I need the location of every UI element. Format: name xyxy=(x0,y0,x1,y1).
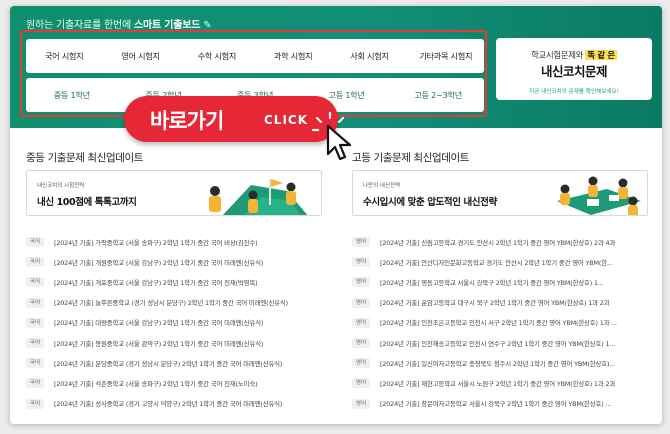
list-item[interactable]: 국어 [2024년 기출] 개원중학교 (서울 강남구) 2학년 1학기 중간 국… xyxy=(26,252,326,272)
subject-tag: 영어 xyxy=(352,338,370,349)
subject-tag: 영어 xyxy=(352,378,370,389)
exam-english-button[interactable]: 영어 시험지 xyxy=(102,50,178,62)
exam-link[interactable]: [2024년 기출] 분당중학교 (경기 성남시 분당구) 2학년 1학기 중간… xyxy=(54,359,282,368)
list-item[interactable]: 국어 [2024년 기출] 늘푸른중학교 (경기 성남시 분당구) 2학년 1학기… xyxy=(26,293,326,313)
subject-tag: 국어 xyxy=(26,257,44,268)
board-card: 원하는 기출자료를 한번에 스마트 기출보드 ✎ 국어 시험지 영어 시험지 수학… xyxy=(10,6,662,424)
high-promo-small: 나만의 내신전략 xyxy=(363,183,401,189)
exam-science-button[interactable]: 과학 시험지 xyxy=(255,50,331,62)
subject-tag: 영어 xyxy=(352,277,370,288)
high-exam-list: 영어 [2024년 기출] 신림고등학교 경기도 안산시 2학년 1학기 중간 영… xyxy=(352,232,654,414)
subject-tag: 국어 xyxy=(26,297,44,308)
side-line2: 내신코치문제 xyxy=(540,64,608,79)
list-item[interactable]: 국어 [2024년 기출] 대왕중학교 (서울 강남구) 2학년 1학기 중간 국… xyxy=(26,313,326,333)
list-item[interactable]: 영어 [2024년 기출] 창문여자고등학교 서울시 강북구 2학년 1학기 중간… xyxy=(352,394,654,414)
high-section-title: 고등 기출문제 최신업데이트 xyxy=(352,152,469,164)
list-item[interactable]: 영어 [2024년 기출] 안산디자인문화고등학교 경기도 안산시 2학년 1학기… xyxy=(352,252,654,272)
exam-link[interactable]: [2024년 기출] 가락중학교 (서울 송파구) 2학년 1학기 중간 국어 … xyxy=(54,238,257,247)
exam-link[interactable]: [2024년 기출] 창문여자고등학교 서울시 강북구 2학년 1학기 중간 영… xyxy=(380,399,611,408)
exam-other-button[interactable]: 기타과목 시험지 xyxy=(408,50,484,62)
list-item[interactable]: 국어 [2024년 기출] 성사중학교 (경기 고양시 덕양구) 2학년 1학기 … xyxy=(26,394,326,414)
exam-link[interactable]: [2024년 기출] 봉원중학교 (서울 관악구) 2학년 1학기 중간 국어 … xyxy=(54,339,263,348)
exam-link[interactable]: [2024년 기출] 영동고등학교 서울시 강북구 2학년 1학기 중간 영어 … xyxy=(380,278,604,287)
subject-tag: 영어 xyxy=(352,317,370,328)
subject-tag: 영어 xyxy=(352,237,370,248)
side-line3: 지금 내신코치의 문제를 확인해보세요! xyxy=(529,89,619,95)
side-line1-highlight: 똑 같 은 xyxy=(585,50,617,60)
exam-link[interactable]: [2024년 기출] 석촌중학교 (서울 송파구) 2학년 1학기 중간 국어 … xyxy=(54,379,257,388)
list-item[interactable]: 영어 [2024년 기출] 인천해송고등학교 인천시 연수구 2학년 1학기 중간… xyxy=(352,333,654,353)
list-item[interactable]: 영어 [2024년 기출] 영동고등학교 서울시 강북구 2학년 1학기 중간 영… xyxy=(352,272,654,292)
subject-tag: 영어 xyxy=(352,297,370,308)
grade-high-2-3-button[interactable]: 고등 2~3학년 xyxy=(392,89,484,101)
list-item[interactable]: 영어 [2024년 기출] 신림고등학교 경기도 안산시 2학년 1학기 중간 영… xyxy=(352,232,654,252)
list-item[interactable]: 영어 [2024년 기출] 인천초은고등학교 인천시 서구 2학년 1학기 중간 … xyxy=(352,313,654,333)
study-illustration-icon xyxy=(209,179,308,215)
subject-tag: 국어 xyxy=(26,378,44,389)
side-line1-prefix: 학교시험문제와 xyxy=(531,50,586,60)
middle-promo-banner[interactable]: 내신코치의 시험전략 내신 100점에 톡톡고까지 xyxy=(26,170,322,216)
list-item[interactable]: 국어 [2024년 기출] 석촌중학교 (서울 송파구) 2학년 1학기 중간 국… xyxy=(26,373,326,393)
subject-tag: 국어 xyxy=(26,338,44,349)
exam-link[interactable]: [2024년 기출] 인천해송고등학교 인천시 연수구 2학년 1학기 중간 영… xyxy=(380,339,615,348)
list-item[interactable]: 국어 [2024년 기출] 봉원중학교 (서울 관악구) 2학년 1학기 중간 국… xyxy=(26,333,326,353)
list-item[interactable]: 영어 [2024년 기출] 일신여자고등학교 충청북도 청주시 2학년 1학기 중… xyxy=(352,353,654,373)
subject-tag: 영어 xyxy=(352,257,370,268)
list-item[interactable]: 국어 [2024년 기출] 분당중학교 (경기 성남시 분당구) 2학년 1학기 … xyxy=(26,353,326,373)
middle-exam-list: 국어 [2024년 기출] 가락중학교 (서울 송파구) 2학년 1학기 중간 국… xyxy=(26,232,326,414)
subject-tag: 국어 xyxy=(26,398,44,409)
exam-link[interactable]: [2024년 기출] 인천초은고등학교 인천시 서구 2학년 1학기 중간 영어… xyxy=(380,318,617,327)
exam-link[interactable]: [2024년 기출] 운암고등학교 대구시 북구 2학년 1학기 중간 영어 Y… xyxy=(380,298,609,307)
exam-link[interactable]: [2024년 기출] 신림고등학교 경기도 안산시 2학년 1학기 중간 영어 … xyxy=(380,238,615,247)
subject-tag: 영어 xyxy=(352,358,370,369)
exam-social-button[interactable]: 사회 시험지 xyxy=(331,50,407,62)
go-button-label: 바로가기 xyxy=(150,109,224,133)
subject-tag: 국어 xyxy=(26,237,44,248)
subject-tag: 영어 xyxy=(352,398,370,409)
go-button[interactable]: 바로가기 CLICK xyxy=(124,96,338,142)
exam-subject-row: 국어 시험지 영어 시험지 수학 시험지 과학 시험지 사회 시험지 기타과목 … xyxy=(26,39,484,73)
grade-middle-1-button[interactable]: 중등 1학년 xyxy=(26,89,118,101)
exam-math-button[interactable]: 수학 시험지 xyxy=(179,50,255,62)
list-item[interactable]: 영어 [2024년 기출] 운암고등학교 대구시 북구 2학년 1학기 중간 영어… xyxy=(352,293,654,313)
subject-tag: 국어 xyxy=(26,317,44,328)
meeting-illustration-icon xyxy=(557,176,641,215)
exam-link[interactable]: [2024년 기출] 일신여자고등학교 충청북도 청주시 2학년 1학기 중간 … xyxy=(380,359,615,368)
exam-link[interactable]: [2024년 기출] 늘푸른중학교 (경기 성남시 분당구) 2학년 1학기 중… xyxy=(54,298,288,307)
exam-link[interactable]: [2024년 기출] 성사중학교 (경기 고양시 덕양구) 2학년 1학기 중간… xyxy=(54,399,282,408)
exam-link[interactable]: [2024년 기출] 안산디자인문화고등학교 경기도 안산시 2학년 1학기 중… xyxy=(380,258,613,267)
exam-korean-button[interactable]: 국어 시험지 xyxy=(26,50,102,62)
naesin-coach-box[interactable]: 학교시험문제와 똑 같 은 내신코치문제 지금 내신코치의 문제를 확인해보세요… xyxy=(496,38,652,100)
click-label: CLICK xyxy=(264,113,309,127)
exam-link[interactable]: [2024년 기출] 개포중학교 (서울 강남구) 2학년 1학기 중간 국어 … xyxy=(54,278,257,287)
middle-promo-small: 내신코치의 시험전략 xyxy=(37,183,85,189)
exam-link[interactable]: [2024년 기출] 재현고등학교 서울시 노원구 2학년 1학기 중간 영어 … xyxy=(380,379,615,388)
exam-link[interactable]: [2024년 기출] 개원중학교 (서울 강남구) 2학년 1학기 중간 국어 … xyxy=(54,258,263,267)
list-item[interactable]: 국어 [2024년 기출] 가락중학교 (서울 송파구) 2학년 1학기 중간 국… xyxy=(26,232,326,252)
exam-link[interactable]: [2024년 기출] 대왕중학교 (서울 강남구) 2학년 1학기 중간 국어 … xyxy=(54,318,263,327)
list-item[interactable]: 국어 [2024년 기출] 개포중학교 (서울 강남구) 2학년 1학기 중간 국… xyxy=(26,272,326,292)
high-promo-banner[interactable]: 나만의 내신전략 수시입시에 맞춘 압도적인 내신전략 xyxy=(352,170,648,216)
side-line1: 학교시험문제와 똑 같 은 xyxy=(496,49,652,61)
subject-tag: 국어 xyxy=(26,358,44,369)
subject-tag: 국어 xyxy=(26,277,44,288)
middle-section-title: 중등 기출문제 최신업데이트 xyxy=(26,152,143,164)
middle-promo-big: 내신 100점에 톡톡고까지 xyxy=(37,197,137,208)
list-item[interactable]: 영어 [2024년 기출] 재현고등학교 서울시 노원구 2학년 1학기 중간 영… xyxy=(352,373,654,393)
banner-title: 원하는 기출자료를 한번에 스마트 기출보드 ✎ xyxy=(26,16,212,31)
high-promo-big: 수시입시에 맞춘 압도적인 내신전략 xyxy=(363,197,497,208)
